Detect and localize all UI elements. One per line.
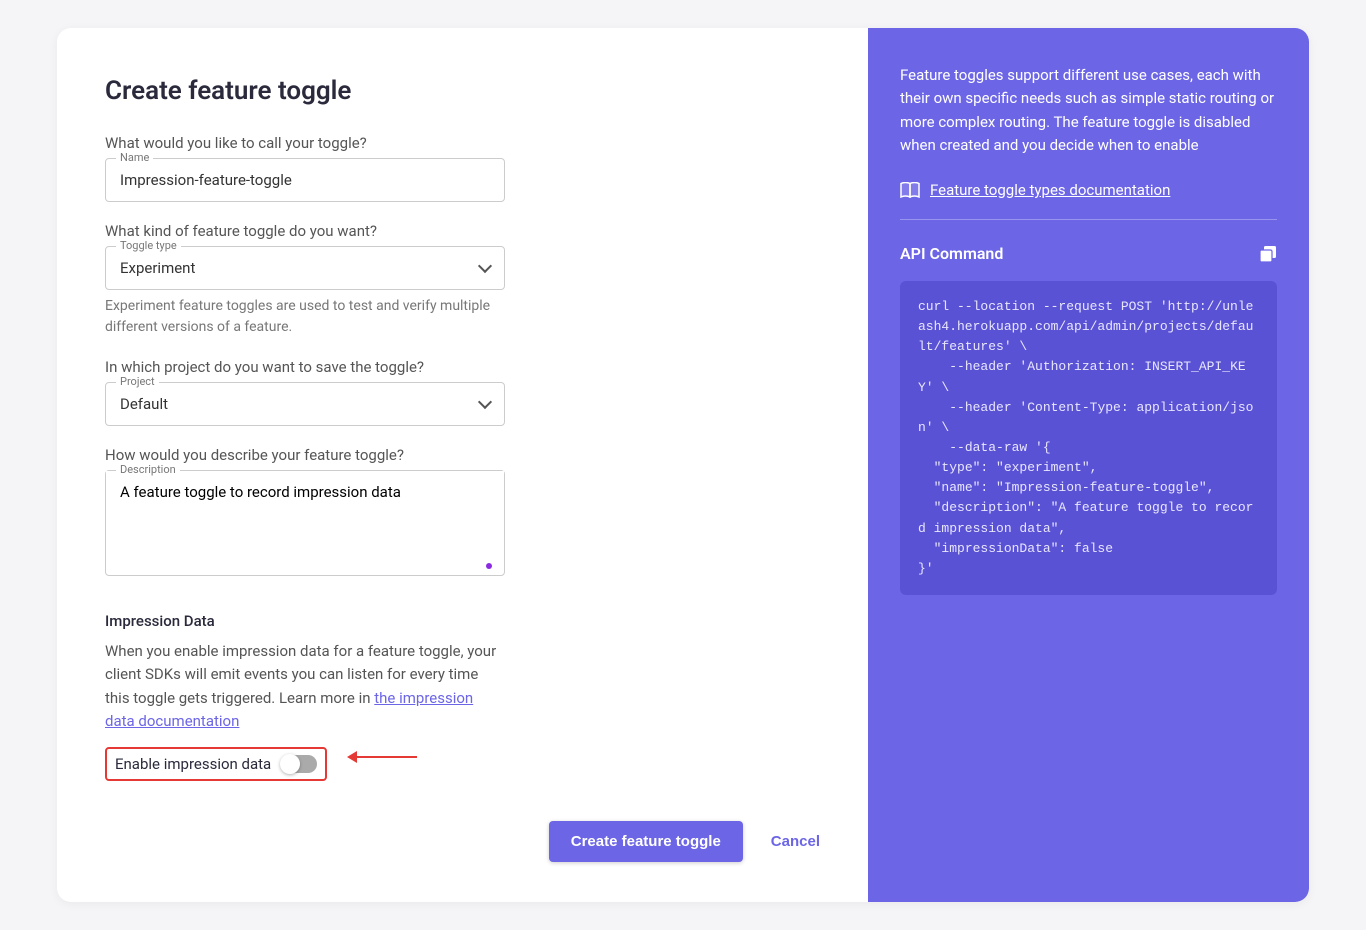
type-helper-text: Experiment feature toggles are used to t… <box>105 296 505 338</box>
api-code-block[interactable]: curl --location --request POST 'http://u… <box>900 281 1277 595</box>
impression-description: When you enable impression data for a fe… <box>105 640 505 733</box>
sidebar-divider <box>900 219 1277 220</box>
api-header: API Command <box>900 244 1277 263</box>
api-title: API Command <box>900 244 1003 263</box>
book-icon <box>900 182 920 198</box>
highlight-arrow-icon <box>347 751 417 763</box>
enable-impression-toggle[interactable] <box>281 755 317 773</box>
create-button[interactable]: Create feature toggle <box>549 821 743 862</box>
type-field-group: What kind of feature toggle do you want?… <box>105 222 820 338</box>
sidebar-panel: Feature toggles support different use ca… <box>868 28 1309 902</box>
sidebar-description: Feature toggles support different use ca… <box>900 64 1277 157</box>
impression-section: Impression Data When you enable impressi… <box>105 596 820 781</box>
enable-impression-row: Enable impression data <box>105 747 327 781</box>
name-label: Name <box>116 151 153 164</box>
project-question: In which project do you want to save the… <box>105 358 820 376</box>
impression-title: Impression Data <box>105 612 820 630</box>
project-field-group: In which project do you want to save the… <box>105 358 820 426</box>
resize-handle-icon[interactable] <box>486 563 492 569</box>
description-label: Description <box>116 463 180 476</box>
description-wrapper: Description <box>105 470 505 576</box>
doc-link-row: Feature toggle types documentation <box>900 181 1277 199</box>
enable-impression-label: Enable impression data <box>115 755 271 773</box>
create-toggle-card: Create feature toggle What would you lik… <box>57 28 1309 902</box>
button-row: Create feature toggle Cancel <box>105 821 820 862</box>
type-value: Experiment <box>106 247 504 289</box>
project-select[interactable]: Project Default <box>105 382 505 426</box>
name-field-group: What would you like to call your toggle?… <box>105 134 820 202</box>
name-input[interactable] <box>106 159 504 201</box>
project-label: Project <box>116 375 159 388</box>
type-select[interactable]: Toggle type Experiment <box>105 246 505 290</box>
type-question: What kind of feature toggle do you want? <box>105 222 820 240</box>
cancel-button[interactable]: Cancel <box>771 833 820 850</box>
description-question: How would you describe your feature togg… <box>105 446 820 464</box>
type-label: Toggle type <box>116 239 181 252</box>
project-value: Default <box>106 383 504 425</box>
doc-link[interactable]: Feature toggle types documentation <box>930 181 1170 199</box>
toggle-thumb <box>280 754 300 774</box>
name-input-wrapper: Name <box>105 158 505 202</box>
copy-icon[interactable] <box>1259 245 1277 263</box>
page-title: Create feature toggle <box>105 76 820 106</box>
description-textarea[interactable] <box>106 471 504 571</box>
description-field-group: How would you describe your feature togg… <box>105 446 820 576</box>
form-panel: Create feature toggle What would you lik… <box>57 28 868 902</box>
name-question: What would you like to call your toggle? <box>105 134 820 152</box>
